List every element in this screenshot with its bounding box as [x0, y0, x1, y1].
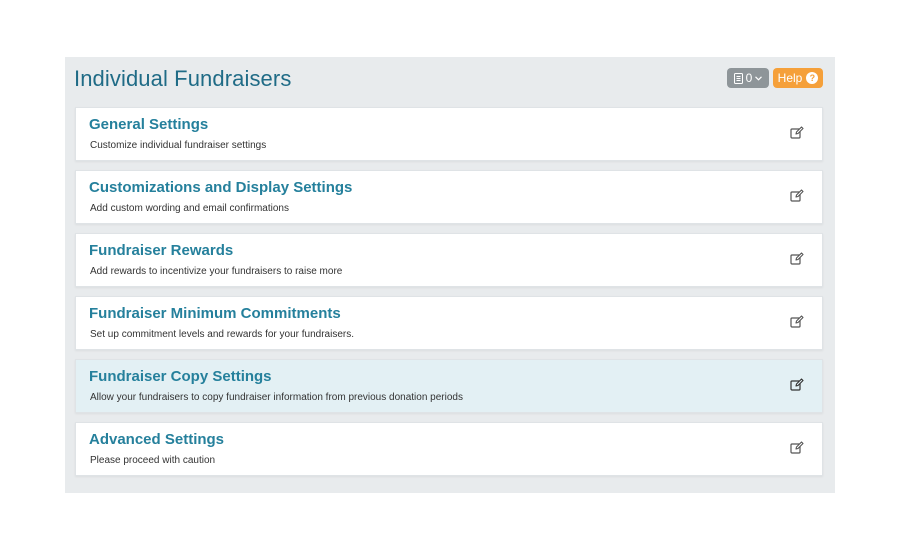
notes-dropdown-button[interactable]: 0: [727, 68, 769, 88]
settings-card-general[interactable]: General Settings Customize individual fu…: [75, 107, 823, 161]
card-title: Advanced Settings: [89, 431, 225, 448]
settings-card-rewards[interactable]: Fundraiser Rewards Add rewards to incent…: [75, 233, 823, 287]
settings-list: General Settings Customize individual fu…: [75, 107, 823, 485]
card-title: Fundraiser Rewards: [89, 242, 234, 259]
chevron-down-icon: [755, 75, 763, 81]
card-title: General Settings: [89, 116, 209, 133]
card-title: Customizations and Display Settings: [89, 179, 353, 196]
card-description: Customize individual fundraiser settings: [90, 140, 267, 151]
panel-header: Individual Fundraisers 0 Help ?: [65, 57, 835, 99]
card-description: Set up commitment levels and rewards for…: [90, 329, 354, 340]
question-circle-icon: ?: [806, 72, 819, 84]
edit-icon[interactable]: [790, 252, 804, 266]
edit-icon[interactable]: [790, 126, 804, 140]
edit-icon[interactable]: [790, 441, 804, 455]
edit-icon[interactable]: [790, 189, 804, 203]
settings-card-minimum-commitments[interactable]: Fundraiser Minimum Commitments Set up co…: [75, 296, 823, 350]
edit-icon[interactable]: [790, 378, 804, 392]
notes-count: 0: [745, 71, 753, 85]
settings-card-customizations[interactable]: Customizations and Display Settings Add …: [75, 170, 823, 224]
settings-card-copy-settings[interactable]: Fundraiser Copy Settings Allow your fund…: [75, 359, 823, 413]
help-label: Help: [777, 71, 803, 85]
edit-icon[interactable]: [790, 315, 804, 329]
help-button[interactable]: Help ?: [773, 68, 823, 88]
card-description: Add rewards to incentivize your fundrais…: [90, 266, 343, 277]
card-title: Fundraiser Copy Settings: [89, 368, 272, 385]
settings-card-advanced[interactable]: Advanced Settings Please proceed with ca…: [75, 422, 823, 476]
card-description: Please proceed with caution: [90, 455, 216, 466]
settings-panel: Individual Fundraisers 0 Help ? General …: [65, 57, 835, 493]
card-description: Add custom wording and email confirmatio…: [90, 203, 289, 214]
card-description: Allow your fundraisers to copy fundraise…: [90, 392, 463, 403]
page-title: Individual Fundraisers: [74, 66, 292, 91]
notes-icon: [733, 72, 743, 84]
card-title: Fundraiser Minimum Commitments: [89, 305, 341, 322]
